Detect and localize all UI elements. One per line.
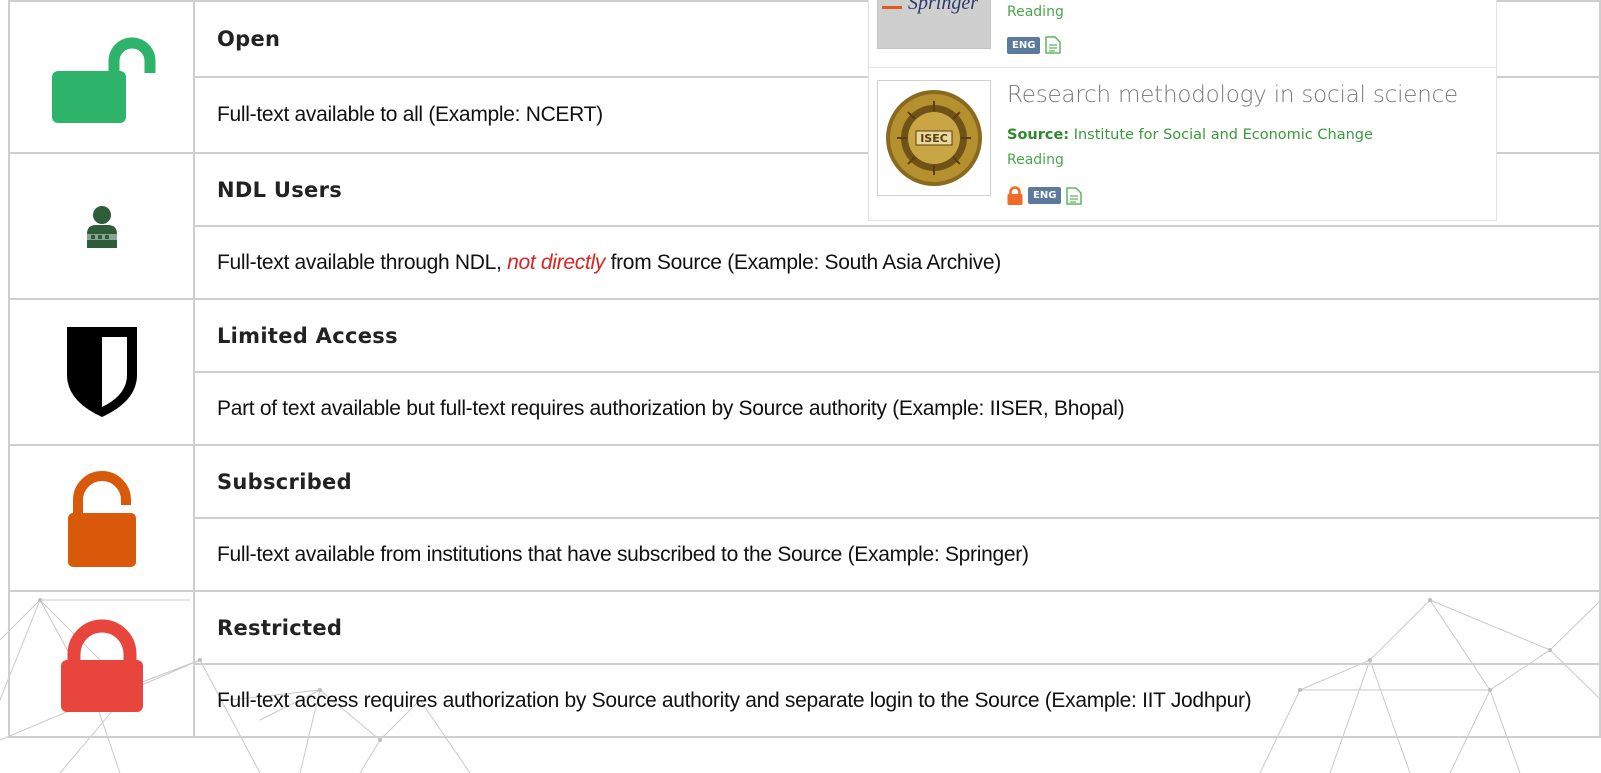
result-badges: ENG	[1007, 186, 1083, 205]
subscribed-icon-cell	[8, 444, 195, 592]
open-lock-icon	[51, 37, 155, 123]
legend-title-limited-access: Limited Access	[193, 298, 1601, 373]
legend-desc-limited-access: Part of text available but full-text req…	[193, 371, 1601, 446]
logo-text: ISEC	[920, 132, 948, 145]
publisher-logo-text: Springer	[908, 0, 978, 14]
search-results-popup: Springer Reading ENG ISEC Research metho…	[868, 0, 1497, 221]
legend-desc-subscribed: Full-text available from institutions th…	[193, 517, 1601, 592]
shield-icon	[66, 327, 137, 417]
isec-logo: ISEC	[886, 90, 982, 186]
ndl-users-icon-cell	[8, 152, 195, 300]
search-result-item[interactable]: ISEC Research methodology in social scie…	[869, 68, 1496, 220]
restricted-icon-cell	[8, 590, 195, 738]
restricted-lock-icon	[60, 619, 143, 712]
source-name: Institute for Social and Economic Change	[1073, 127, 1373, 143]
language-badge: ENG	[1028, 187, 1062, 204]
desc-ndl-prefix: Full-text available through NDL,	[217, 250, 508, 274]
legend-title-subscribed: Subscribed	[193, 444, 1601, 519]
desc-ndl-highlight: not directly	[507, 250, 606, 274]
subscribed-lock-icon	[67, 471, 136, 567]
result-type: Reading	[1007, 152, 1064, 168]
source-label: Source:	[1007, 127, 1070, 143]
result-thumbnail[interactable]: Springer	[877, 0, 991, 49]
legend-desc-ndl-users: Full-text available through NDL, not dir…	[193, 225, 1601, 300]
restricted-lock-icon	[1007, 186, 1023, 205]
search-result-item[interactable]: Springer Reading ENG	[869, 0, 1496, 68]
result-type: Reading	[1007, 4, 1064, 20]
legend-desc-restricted: Full-text access requires authorization …	[193, 663, 1601, 738]
document-icon[interactable]	[1066, 186, 1083, 205]
result-thumbnail[interactable]: ISEC	[877, 80, 991, 196]
document-icon[interactable]	[1045, 36, 1062, 54]
result-source: Source: Institute for Social and Economi…	[1007, 127, 1373, 143]
result-badges: ENG	[1007, 36, 1062, 54]
legend-title-restricted: Restricted	[193, 590, 1601, 665]
open-icon-cell	[8, 0, 195, 154]
language-badge: ENG	[1007, 36, 1041, 54]
result-title[interactable]: Research methodology in social science	[1007, 82, 1458, 108]
desc-ndl-suffix: from Source (Example: South Asia Archive…	[605, 250, 1002, 274]
limited-access-icon-cell	[8, 298, 195, 446]
ndl-user-icon	[86, 206, 117, 248]
publisher-logo-bar	[882, 6, 902, 9]
